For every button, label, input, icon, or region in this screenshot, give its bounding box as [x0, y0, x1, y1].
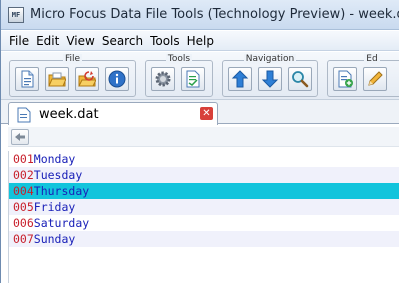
reopen-file-button[interactable]: [75, 67, 99, 91]
app-window: MF Micro Focus Data File Tools (Technolo…: [0, 0, 399, 283]
record-row[interactable]: 006Saturday: [9, 215, 399, 231]
record-row[interactable]: 001Monday: [9, 151, 399, 167]
arrow-down-icon: [261, 70, 279, 88]
new-file-icon: [21, 70, 34, 88]
tab-label: week.dat: [39, 107, 99, 122]
open-file-button[interactable]: [45, 67, 69, 91]
menu-tools[interactable]: Tools: [150, 34, 180, 48]
back-arrow-icon: [15, 133, 25, 141]
record-number: 004: [13, 184, 34, 198]
arrow-up-icon: [231, 70, 249, 88]
new-file-button[interactable]: [15, 67, 39, 91]
edit-record-icon: [368, 71, 383, 86]
open-file-icon: [48, 72, 66, 87]
title-bar[interactable]: MF Micro Focus Data File Tools (Technolo…: [1, 0, 399, 30]
settings-button[interactable]: [151, 67, 175, 91]
edit-group-label: Ed: [364, 54, 380, 64]
document-icon: [17, 107, 31, 123]
record-value: Sunday: [33, 232, 76, 246]
settings-icon: [155, 71, 171, 87]
editor-button[interactable]: [181, 67, 205, 91]
record-value: Friday: [33, 200, 76, 214]
record-number: 007: [13, 232, 34, 246]
record-row[interactable]: 005Friday: [9, 199, 399, 215]
info-button[interactable]: [105, 67, 129, 91]
record-list: 001Monday 002Tuesday 004Thursday 005Frid…: [8, 151, 399, 283]
file-group: File: [9, 54, 136, 97]
navigation-group: Navigation: [222, 54, 318, 97]
document-tabstrip: week.dat ✕: [1, 100, 399, 125]
record-value: Monday: [33, 152, 76, 166]
record-row[interactable]: 007Sunday: [9, 231, 399, 247]
tools-group-label: Tools: [165, 54, 193, 64]
record-number: 002: [13, 168, 34, 182]
tools-group: Tools: [145, 54, 213, 97]
record-number: 006: [13, 216, 34, 230]
info-icon: [108, 70, 126, 88]
edit-record-button[interactable]: [363, 67, 387, 91]
tab-week-dat[interactable]: week.dat ✕: [8, 102, 218, 125]
search-button[interactable]: [288, 67, 312, 91]
navigation-group-label: Navigation: [243, 54, 297, 64]
search-icon: [292, 71, 309, 88]
file-group-label: File: [62, 54, 83, 64]
menu-view[interactable]: View: [66, 34, 94, 48]
back-button[interactable]: [11, 129, 29, 145]
edit-group: Ed: [327, 54, 399, 97]
app-icon: MF: [8, 7, 24, 23]
record-value: Saturday: [33, 216, 90, 230]
menu-file[interactable]: File: [9, 34, 29, 48]
record-value: Thursday: [33, 184, 90, 198]
record-toolbar: [8, 127, 399, 147]
close-icon[interactable]: ✕: [200, 107, 213, 120]
add-record-icon: [338, 70, 353, 88]
record-number: 001: [13, 152, 34, 166]
next-record-button[interactable]: [258, 67, 282, 91]
previous-record-button[interactable]: [228, 67, 252, 91]
window-title: Micro Focus Data File Tools (Technology …: [30, 7, 399, 22]
ribbon-toolbar: File Tools Navigation Ed: [1, 52, 399, 100]
record-row[interactable]: 002Tuesday: [9, 167, 399, 183]
record-value: Tuesday: [33, 168, 83, 182]
editor-icon: [186, 70, 200, 88]
menu-edit[interactable]: Edit: [36, 34, 59, 48]
record-number: 005: [13, 200, 34, 214]
menu-help[interactable]: Help: [187, 34, 214, 48]
record-row-selected[interactable]: 004Thursday: [9, 183, 399, 199]
add-record-button[interactable]: [333, 67, 357, 91]
menu-search[interactable]: Search: [102, 34, 143, 48]
menu-bar: File Edit View Search Tools Help: [1, 31, 399, 51]
reopen-file-icon: [78, 71, 96, 87]
